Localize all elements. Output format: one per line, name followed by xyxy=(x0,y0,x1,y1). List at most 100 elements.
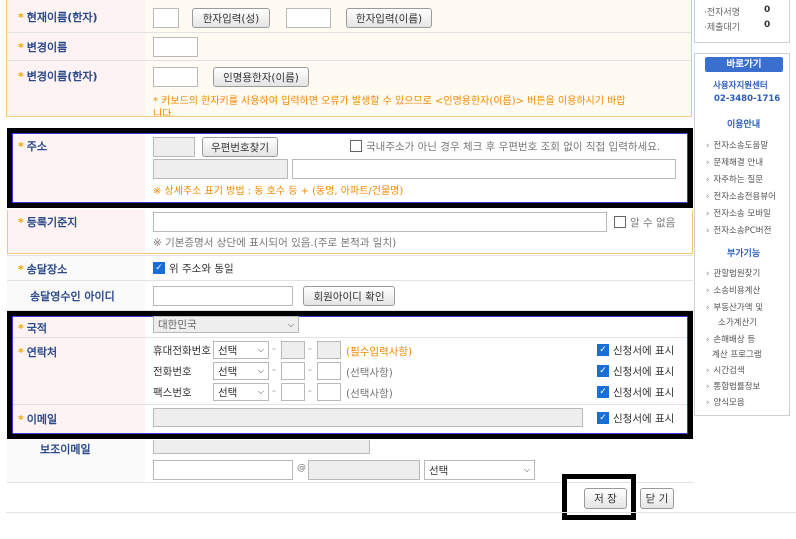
email-label: * 이메일 xyxy=(18,413,58,426)
extra-link-cost[interactable]: 소송비용계산 xyxy=(706,284,760,296)
phone-show-text: 신청서에 표시 xyxy=(613,366,675,378)
sub-email-domain-select[interactable]: 선택 ⌵ xyxy=(424,460,535,480)
fax-optional-note: (선택사항) xyxy=(346,388,393,400)
extra-title: 부가기능 xyxy=(727,249,761,259)
row-divider xyxy=(7,280,693,281)
required-star: * xyxy=(18,413,24,426)
surname-hanja-button[interactable]: 한자입력(성) xyxy=(192,8,270,28)
dash: - xyxy=(308,364,312,376)
chevron-down-icon: ⌵ xyxy=(257,387,264,396)
surname-hanja-input[interactable] xyxy=(153,8,179,28)
dash: - xyxy=(272,343,276,355)
fax-middle-input[interactable] xyxy=(281,383,305,401)
email-input[interactable] xyxy=(153,408,583,427)
chevron-down-icon: ⌵ xyxy=(257,366,264,375)
mobile-prefix-select[interactable]: 선택 ⌵ xyxy=(213,341,269,359)
bottom-divider xyxy=(6,512,796,513)
changed-name-input[interactable] xyxy=(153,37,198,57)
mobile-required-note: (필수입력사항) xyxy=(346,346,413,358)
chevron-down-icon: ⌵ xyxy=(287,319,294,329)
overseas-address-checkbox[interactable] xyxy=(350,140,362,152)
same-address-text: 위 주소와 동일 xyxy=(169,263,234,275)
unknown-checkbox[interactable] xyxy=(614,216,626,228)
extra-link-property-cont[interactable]: 소가계산기 xyxy=(718,316,757,328)
fax-label: 팩스번호 xyxy=(153,387,192,399)
phone-middle-input[interactable] xyxy=(281,362,305,380)
stat-signed-label: ·전자서명 xyxy=(704,8,740,18)
required-star: * xyxy=(18,11,24,24)
sub-email-label: 보조이메일 xyxy=(40,443,91,456)
delivery-id-label: 송달영수인 아이디 xyxy=(30,290,115,303)
usage-link-viewer[interactable]: 전자소송전용뷰어 xyxy=(706,190,776,202)
nationality-label: * 국적 xyxy=(18,322,48,335)
address-detail-input[interactable] xyxy=(292,159,676,179)
phone-prefix-select[interactable]: 선택 ⌵ xyxy=(213,362,269,380)
extra-link-court[interactable]: 관할법원찾기 xyxy=(706,267,760,279)
delivery-id-input[interactable] xyxy=(153,286,293,306)
at-sign: @ xyxy=(297,463,306,473)
given-name-hanja-input[interactable] xyxy=(286,8,331,28)
required-star: * xyxy=(18,322,24,335)
register-base-hint: ※ 기본증명서 상단에 표시되어 있음.(주로 본적과 일치) xyxy=(153,237,397,249)
close-button[interactable]: 닫 기 xyxy=(640,488,674,509)
phone-last-input[interactable] xyxy=(317,362,341,380)
extra-link-damages-cont[interactable]: 계산 프로그램 xyxy=(712,348,762,360)
required-star: * xyxy=(18,346,24,359)
usage-link-troubleshoot[interactable]: 문제해결 안내 xyxy=(706,156,763,168)
dash: - xyxy=(272,385,276,397)
address-base-input[interactable] xyxy=(153,159,288,179)
nationality-select[interactable]: 대한민국 ⌵ xyxy=(153,316,299,333)
fax-show-checkbox[interactable]: ✓ xyxy=(597,386,609,398)
chevron-down-icon: ⌵ xyxy=(523,465,530,474)
email-show-text: 신청서에 표시 xyxy=(613,413,675,425)
same-address-checkbox[interactable]: ✓ xyxy=(153,262,165,274)
email-show-checkbox[interactable]: ✓ xyxy=(597,412,609,424)
extra-link-property[interactable]: 부동산가액 및 xyxy=(706,301,763,313)
required-star: * xyxy=(18,216,24,229)
sub-email-id-input[interactable] xyxy=(153,460,293,480)
row-divider xyxy=(7,60,691,61)
changed-name-label: * 변경이름 xyxy=(18,41,68,54)
mobile-middle-input[interactable] xyxy=(281,341,305,359)
register-base-input[interactable] xyxy=(153,212,607,232)
phone-label: 전화번호 xyxy=(153,366,192,378)
extra-link-law[interactable]: 통합법률정보 xyxy=(706,380,760,392)
shortcut-title-button[interactable]: 바로가기 xyxy=(705,57,783,72)
phone-optional-note: (선택사항) xyxy=(346,367,393,379)
dash: - xyxy=(308,343,312,355)
support-center-link[interactable]: 사용자지원센터 xyxy=(713,79,768,91)
fax-last-input[interactable] xyxy=(317,383,341,401)
extra-link-forms[interactable]: 양식모음 xyxy=(706,396,744,408)
required-star: * xyxy=(18,263,24,276)
usage-link-pc[interactable]: 전자소송PC버전 xyxy=(706,224,771,236)
hanja-warning: * 키보드의 한자키를 사용하여 입력하면 오류가 발생할 수 있으므로 <인명… xyxy=(153,96,626,107)
row-divider xyxy=(7,32,691,33)
mobile-last-input[interactable] xyxy=(317,341,341,359)
changed-name-hanja-input[interactable] xyxy=(153,67,198,87)
sub-email-domain-input[interactable] xyxy=(308,460,420,480)
dash: - xyxy=(272,364,276,376)
phone-show-checkbox[interactable]: ✓ xyxy=(597,365,609,377)
required-star: * xyxy=(18,140,24,153)
postcode-input[interactable] xyxy=(153,137,195,157)
mobile-show-checkbox[interactable]: ✓ xyxy=(597,344,609,356)
usage-link-mobile[interactable]: 전자소송 모바일 xyxy=(706,207,770,219)
row-divider xyxy=(13,404,687,405)
sub-email-top-input[interactable] xyxy=(153,440,370,454)
hanja-warning-cont: 니다. xyxy=(153,109,175,116)
stat-waiting-label: ·제출대기 xyxy=(704,23,740,33)
fax-prefix-select[interactable]: 선택 ⌵ xyxy=(213,383,269,401)
usage-link-help[interactable]: 전자소송도움말 xyxy=(706,139,768,151)
usage-link-faq[interactable]: 자주하는 질문 xyxy=(706,173,763,185)
extra-link-damages[interactable]: 손해배상 등 xyxy=(706,333,755,345)
chevron-down-icon: ⌵ xyxy=(257,345,264,354)
member-id-check-button[interactable]: 회원아이디 확인 xyxy=(303,286,395,306)
changed-name-hanja-label: * 변경이름(한자) xyxy=(18,70,98,83)
extra-link-time[interactable]: 시간검색 xyxy=(706,364,744,376)
delivery-label: * 송달장소 xyxy=(18,263,68,276)
save-button[interactable]: 저 장 xyxy=(584,488,627,509)
row-divider xyxy=(7,255,693,256)
postcode-search-button[interactable]: 우편번호찾기 xyxy=(202,137,278,157)
given-name-hanja-button[interactable]: 한자입력(이름) xyxy=(346,8,432,28)
name-hanja-button[interactable]: 인명용한자(이름) xyxy=(213,67,309,87)
